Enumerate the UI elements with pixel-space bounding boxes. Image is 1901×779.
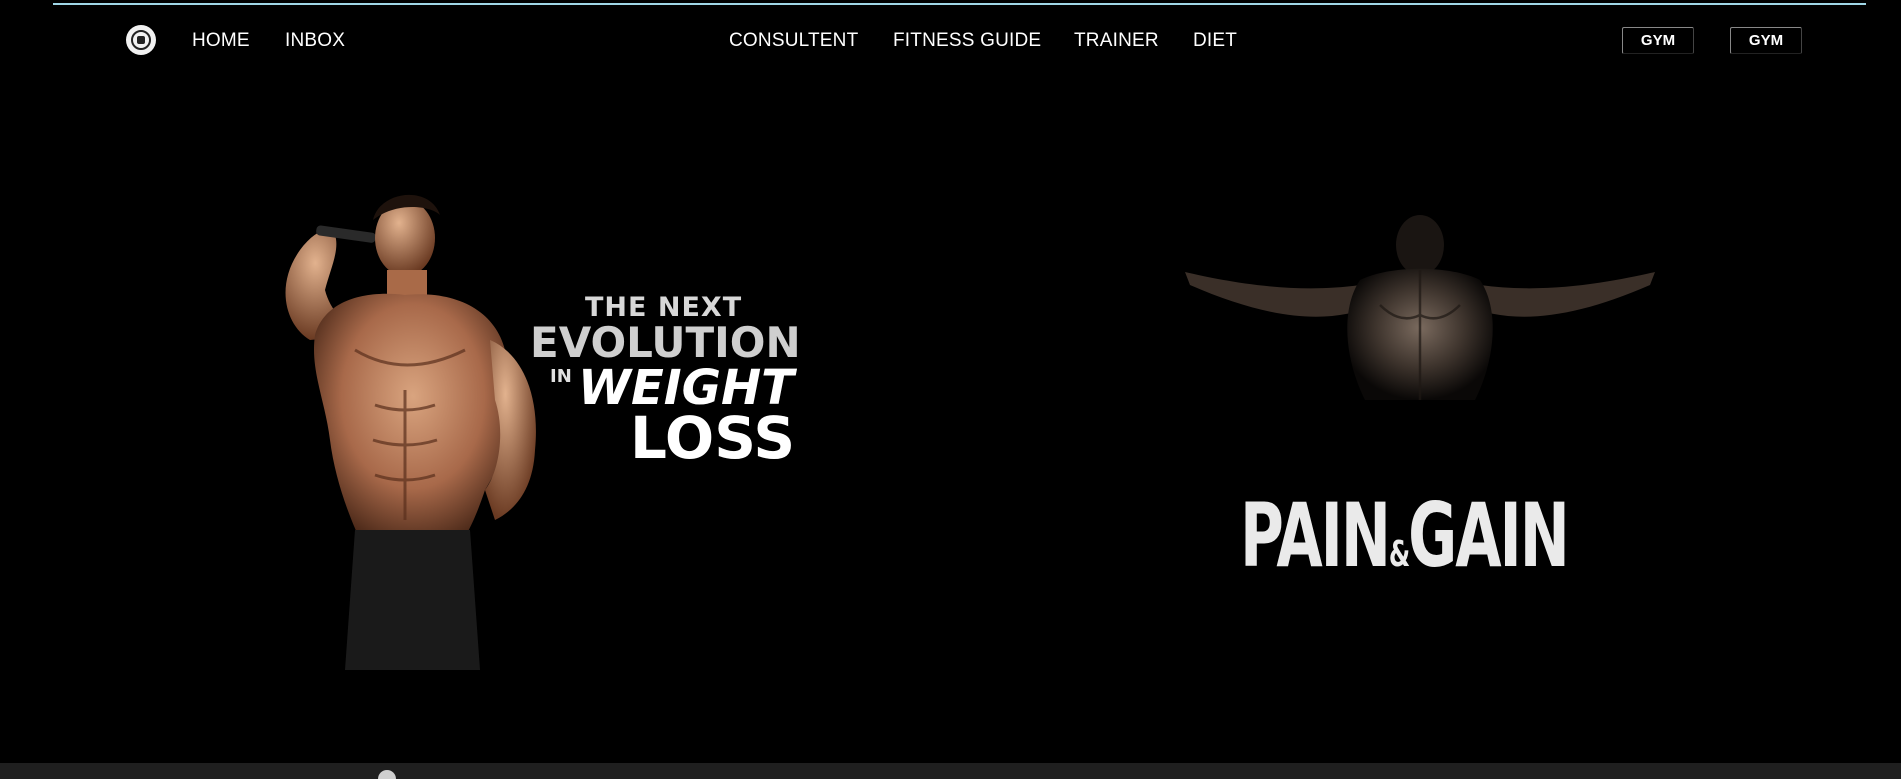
nav-trainer-link[interactable]: TRAINER	[1074, 30, 1159, 52]
weight-loss-headline: THE NEXT EVOLUTION IN WEIGHT LOSS	[530, 292, 850, 472]
pain-and-gain-title: PAIN&GAIN	[1240, 488, 1570, 584]
top-divider	[53, 3, 1866, 5]
nav-home-link[interactable]: HOME	[192, 30, 250, 52]
gym-button-1[interactable]: GYM	[1622, 27, 1694, 54]
hero-back-view-image	[1185, 215, 1655, 400]
pain-gain-part-1: PAIN	[1240, 484, 1391, 587]
pain-gain-part-2: GAIN	[1408, 484, 1570, 587]
page: HOME INBOX CONSULTENT FITNESS GUIDE TRAI…	[0, 0, 1901, 779]
gym-button-2[interactable]: GYM	[1730, 27, 1802, 54]
headline-line-3-prefix: IN	[550, 366, 572, 387]
gym-logo-icon[interactable]	[126, 25, 156, 55]
nav-fitness-guide-link[interactable]: FITNESS GUIDE	[893, 30, 1041, 52]
nav-consultent-link[interactable]: CONSULTENT	[729, 30, 858, 52]
headline-line-4: LOSS	[630, 404, 796, 472]
nav-diet-link[interactable]: DIET	[1193, 30, 1237, 52]
horizontal-scrollbar[interactable]	[0, 763, 1901, 779]
pain-gain-ampersand: &	[1388, 534, 1410, 575]
top-navbar: HOME INBOX CONSULTENT FITNESS GUIDE TRAI…	[0, 18, 1901, 62]
nav-inbox-link[interactable]: INBOX	[285, 30, 345, 52]
